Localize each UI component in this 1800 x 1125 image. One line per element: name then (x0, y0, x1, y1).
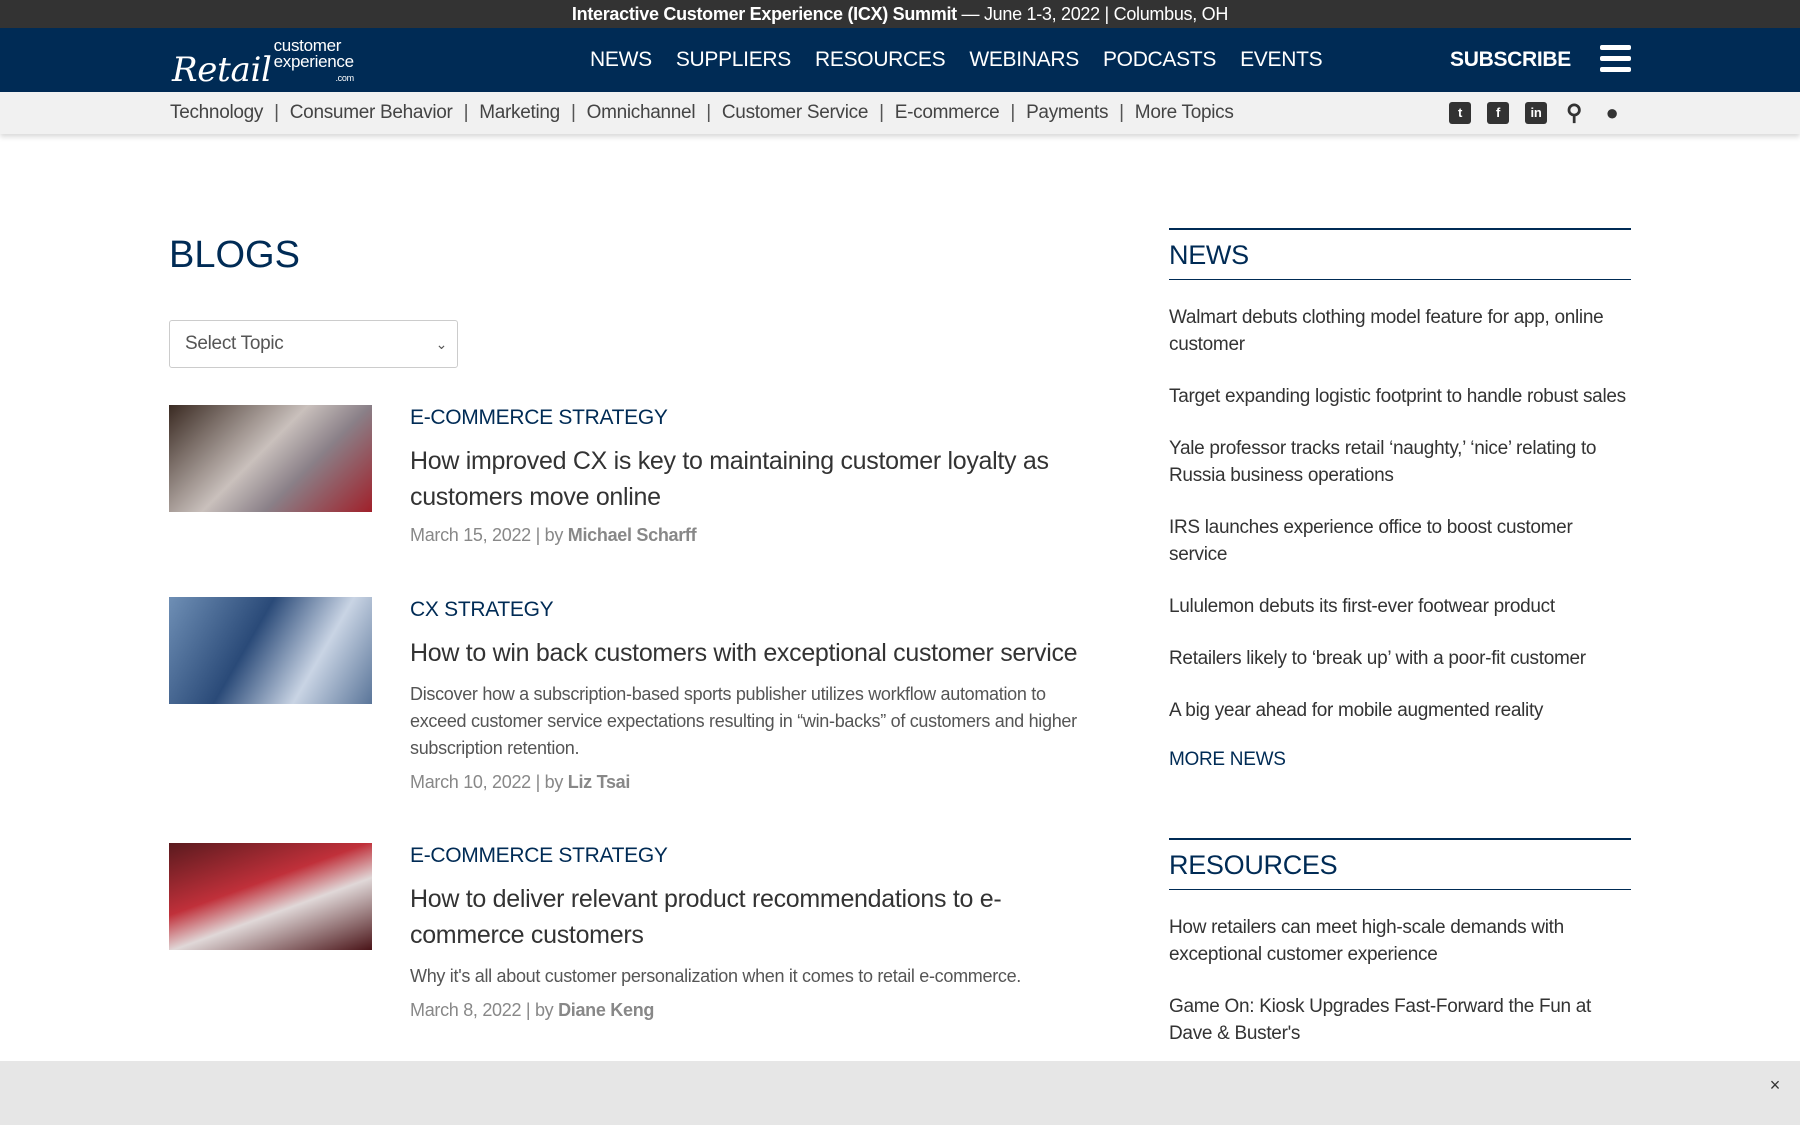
nav-events[interactable]: EVENTS (1240, 48, 1323, 72)
article-category[interactable]: CX STRATEGY (410, 597, 1090, 623)
topic-more-topics[interactable]: More Topics (1135, 92, 1234, 134)
nav-news[interactable]: NEWS (590, 48, 652, 72)
news-item[interactable]: Target expanding logistic footprint to h… (1169, 383, 1631, 410)
page-title: BLOGS (169, 234, 300, 276)
site-logo[interactable]: Retail customer experience .com (172, 37, 354, 90)
news-heading: NEWS (1169, 228, 1631, 280)
twitter-icon[interactable]: t (1449, 102, 1471, 124)
subscribe-button[interactable]: SUBSCRIBE (1450, 48, 1571, 72)
resource-item[interactable]: How retailers can meet high-scale demand… (1169, 914, 1631, 968)
article-author[interactable]: Liz Tsai (568, 772, 631, 792)
topic-omnichannel[interactable]: Omnichannel (587, 92, 696, 134)
article-title[interactable]: How to win back customers with exception… (410, 635, 1090, 671)
nav-resources[interactable]: RESOURCES (815, 48, 946, 72)
news-item[interactable]: Walmart debuts clothing model feature fo… (1169, 304, 1631, 358)
facebook-icon[interactable]: f (1487, 102, 1509, 124)
more-news-link[interactable]: MORE NEWS (1169, 749, 1631, 771)
article-title[interactable]: How improved CX is key to maintaining cu… (410, 443, 1090, 515)
nav-podcasts[interactable]: PODCASTS (1103, 48, 1216, 72)
news-sidebar: NEWS Walmart debuts clothing model featu… (1169, 228, 1631, 771)
article-title[interactable]: How to deliver relevant product recommen… (410, 881, 1090, 953)
topic-marketing[interactable]: Marketing (479, 92, 560, 134)
topic-payments[interactable]: Payments (1026, 92, 1108, 134)
article-author[interactable]: Michael Scharff (568, 525, 697, 545)
news-item[interactable]: Yale professor tracks retail ‘naughty,’ … (1169, 435, 1631, 489)
news-item[interactable]: Lululemon debuts its first-ever footwear… (1169, 593, 1631, 620)
article-meta: March 10, 2022 | by Liz Tsai (410, 772, 631, 792)
close-icon[interactable]: × (1770, 1075, 1781, 1096)
news-item[interactable]: Retailers likely to ‘break up’ with a po… (1169, 645, 1631, 672)
chevron-down-icon: ⌄ (435, 336, 448, 352)
linkedin-icon[interactable]: in (1525, 102, 1547, 124)
nav-webinars[interactable]: WEBINARS (969, 48, 1079, 72)
event-banner[interactable]: Interactive Customer Experience (ICX) Su… (0, 0, 1800, 28)
search-icon[interactable]: ⚲ (1563, 102, 1585, 124)
article-author[interactable]: Diane Keng (558, 1000, 654, 1020)
resources-sidebar: RESOURCES How retailers can meet high-sc… (1169, 838, 1631, 1047)
resource-item[interactable]: Game On: Kiosk Upgrades Fast-Forward the… (1169, 993, 1631, 1047)
topic-consumer-behavior[interactable]: Consumer Behavior (290, 92, 453, 134)
news-item[interactable]: A big year ahead for mobile augmented re… (1169, 697, 1631, 724)
menu-icon[interactable] (1600, 45, 1631, 78)
article-description: Why it's all about customer personalizat… (410, 966, 1021, 986)
main-nav: Retail customer experience .com NEWS SUPPL… (0, 28, 1800, 92)
article-meta: March 15, 2022 | by Michael Scharff (410, 525, 697, 545)
topic-select[interactable]: Select Topic ⌄ (169, 320, 458, 368)
topic-nav: Technology | Consumer Behavior | Marketing… (0, 92, 1800, 134)
topic-technology[interactable]: Technology (170, 92, 263, 134)
article-description: Discover how a subscription-based sports… (410, 684, 1077, 758)
resources-heading: RESOURCES (1169, 838, 1631, 890)
user-icon[interactable]: ● (1601, 102, 1623, 124)
news-item[interactable]: IRS launches experience office to boost … (1169, 514, 1631, 568)
topic-customer-service[interactable]: Customer Service (722, 92, 869, 134)
ad-banner: × (0, 1061, 1800, 1125)
topic-e-commerce[interactable]: E-commerce (895, 92, 1000, 134)
article-thumbnail[interactable] (169, 405, 372, 512)
article-thumbnail[interactable] (169, 843, 372, 950)
article-thumbnail[interactable] (169, 597, 372, 704)
article-meta: March 8, 2022 | by Diane Keng (410, 1000, 655, 1020)
article-category[interactable]: E-COMMERCE STRATEGY (410, 843, 1090, 869)
article-category[interactable]: E-COMMERCE STRATEGY (410, 405, 1090, 431)
nav-suppliers[interactable]: SUPPLIERS (676, 48, 791, 72)
